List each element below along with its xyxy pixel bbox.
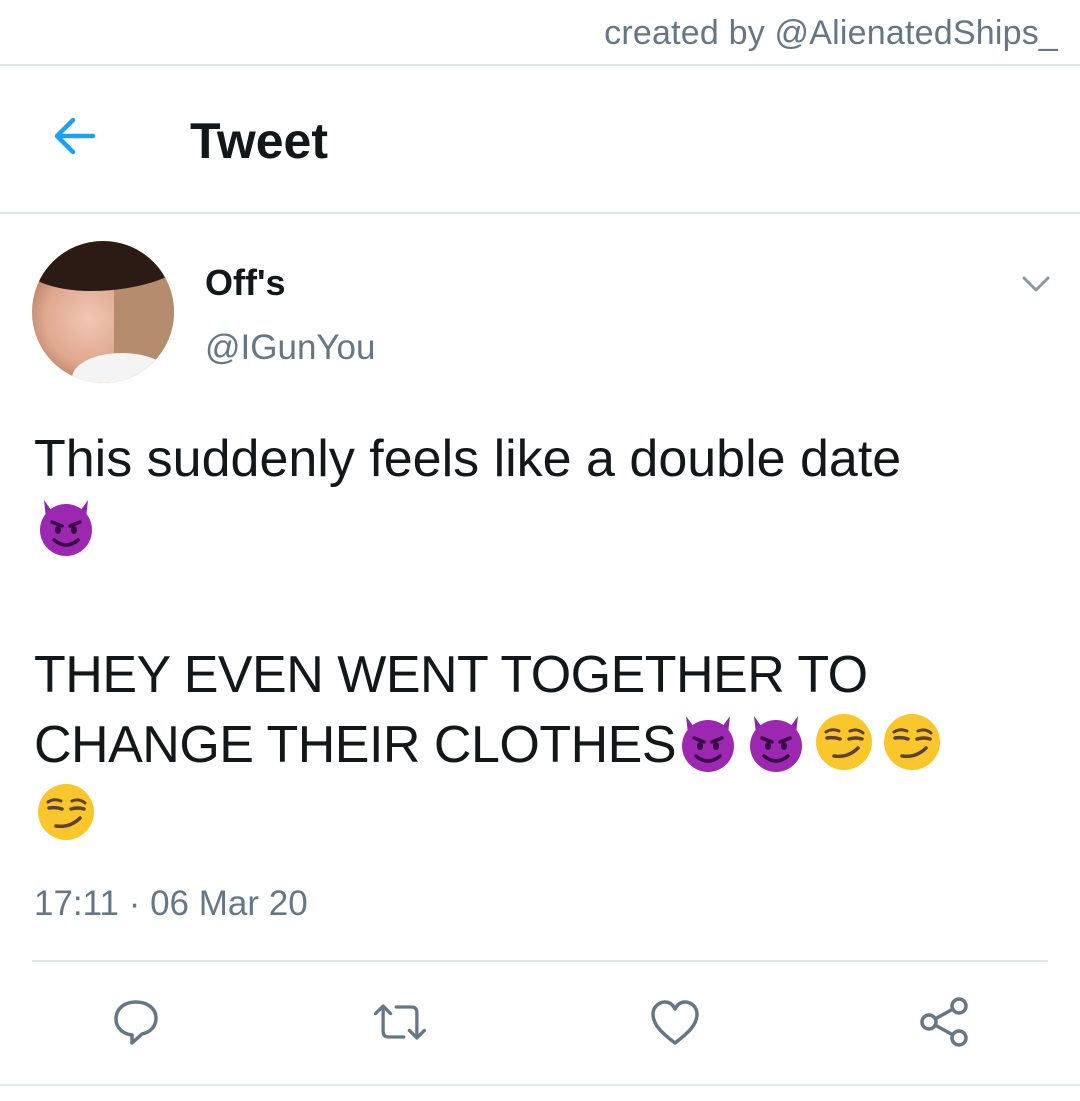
top-bar: Tweet [0,66,1080,212]
page-title: Tweet [190,113,328,169]
user-handle[interactable]: @IGunYou [205,328,375,368]
smirk-emoji [884,714,941,770]
chevron-down-icon [1022,276,1050,292]
retweet-button[interactable] [370,992,430,1052]
tweet-text: This suddenly feels like a double date T… [34,424,1044,850]
emoji-row [34,780,1044,850]
creator-credit: created by @AlienatedShips_ [604,14,1058,52]
divider [0,1084,1080,1086]
emoji-row [34,494,1044,570]
like-icon [651,1000,699,1045]
divider [0,212,1080,214]
tweet-line: This suddenly feels like a double date [34,430,902,488]
avatar[interactable] [32,241,174,383]
smiling-devil-emoji [682,716,735,772]
smirk-emoji [38,784,94,840]
share-button[interactable] [914,992,974,1052]
smiling-devil-emoji [750,716,803,772]
smiling-devil-emoji [40,500,92,556]
divider [32,960,1048,962]
like-button[interactable] [645,992,705,1052]
tweet-timestamp[interactable]: 17:11 · 06 Mar 20 [34,884,308,924]
retweet-icon [373,1004,427,1040]
tweet-line: CHANGE THEIR CLOTHES [34,716,677,774]
smirk-emoji [816,714,873,770]
tweet-menu-button[interactable] [1016,266,1056,302]
arrow-left-icon [54,117,96,155]
reply-icon [114,1000,158,1045]
reply-button[interactable] [106,992,166,1052]
tweet-line-with-emojis: CHANGE THEIR CLOTHES [34,710,1044,780]
share-icon [920,997,968,1047]
tweet-line: THEY EVEN WENT TOGETHER TO [34,646,868,704]
back-button[interactable] [44,106,104,166]
display-name[interactable]: Off's [205,262,286,304]
